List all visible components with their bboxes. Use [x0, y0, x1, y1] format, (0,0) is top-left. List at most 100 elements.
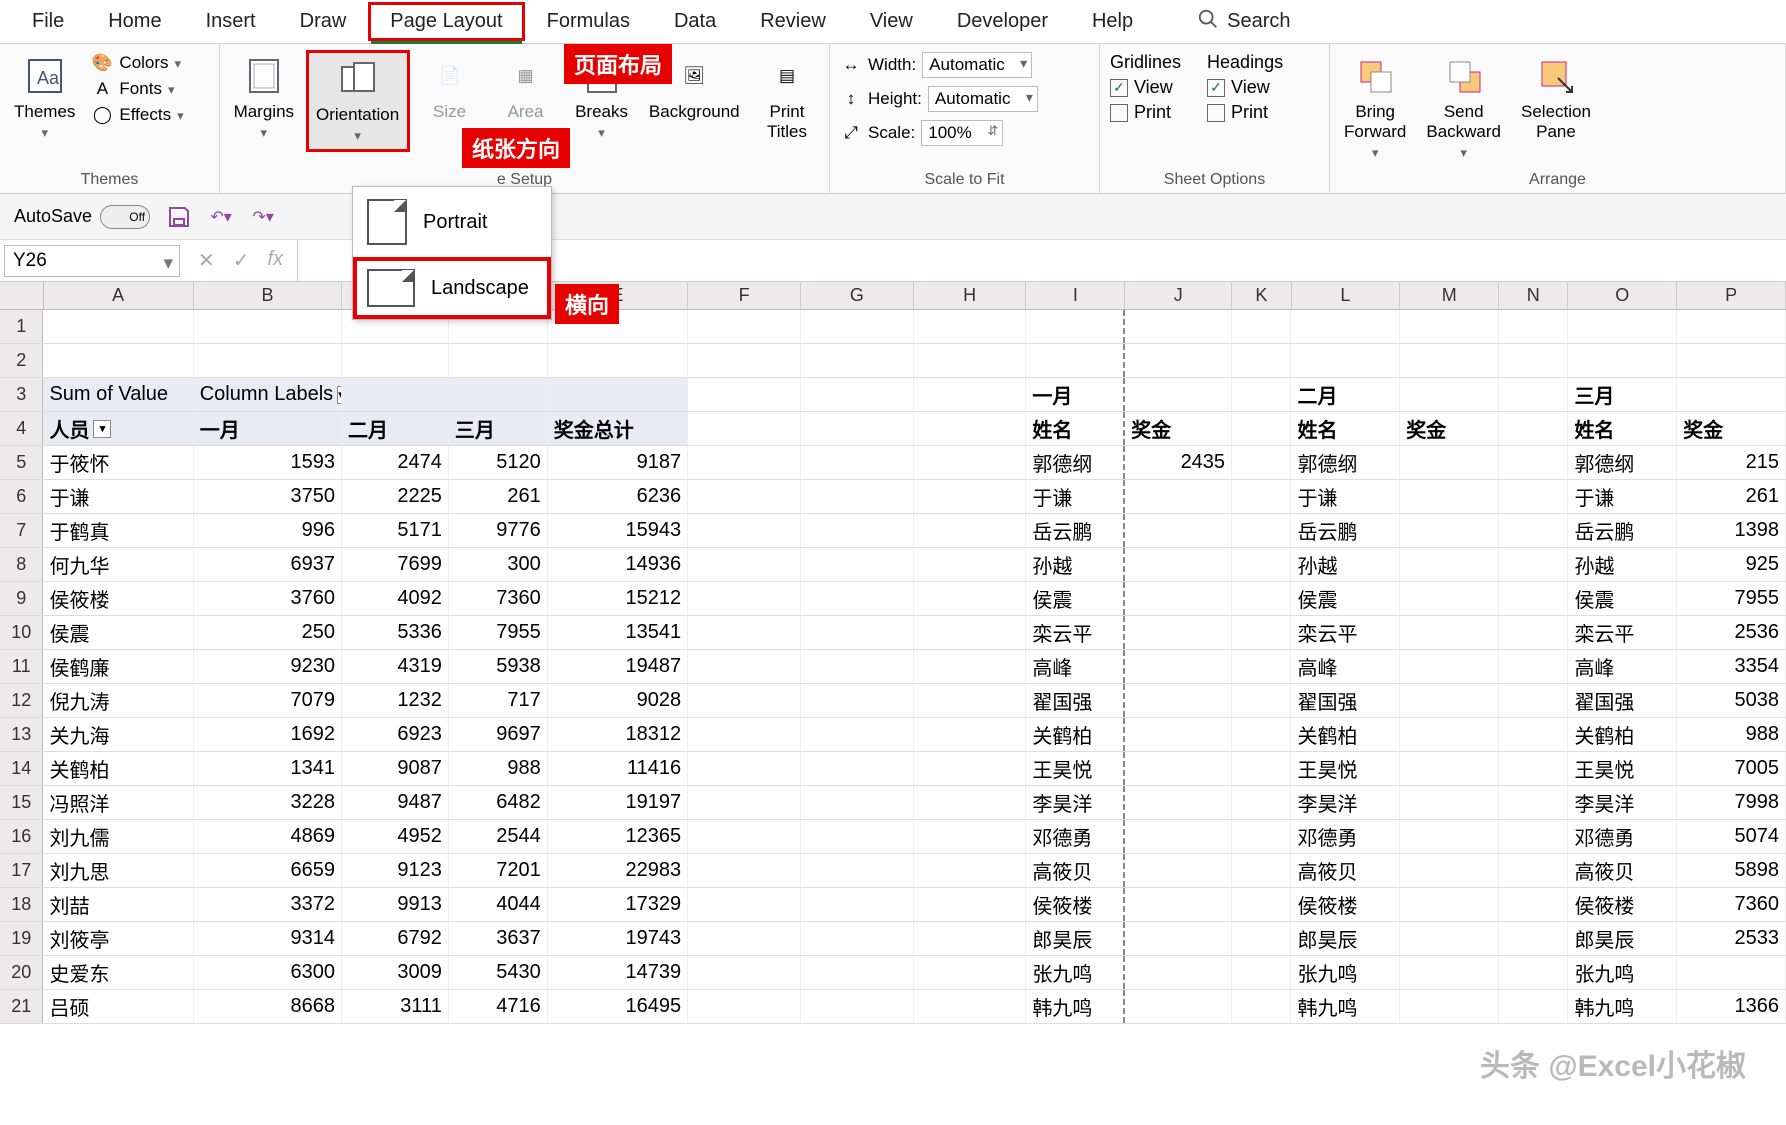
cell-G12[interactable]	[801, 684, 914, 717]
cell-K9[interactable]	[1232, 582, 1291, 615]
col-header-N[interactable]: N	[1499, 282, 1568, 309]
fonts-button[interactable]: AFonts	[87, 76, 187, 102]
cell-A9[interactable]: 侯筱楼	[43, 582, 193, 615]
cell-D21[interactable]: 4716	[449, 990, 548, 1023]
cell-B12[interactable]: 7079	[194, 684, 342, 717]
cell-B16[interactable]: 4869	[194, 820, 342, 853]
fx-icon[interactable]: fx	[268, 248, 284, 273]
cell-F7[interactable]	[688, 514, 801, 547]
cell-K2[interactable]	[1232, 344, 1291, 377]
cell-L14[interactable]: 王昊悦	[1291, 752, 1400, 785]
cell-D5[interactable]: 5120	[449, 446, 548, 479]
cell-H12[interactable]	[914, 684, 1027, 717]
cell-C6[interactable]: 2225	[342, 480, 449, 513]
cell-G8[interactable]	[801, 548, 914, 581]
cell-M9[interactable]	[1400, 582, 1499, 615]
col-header-B[interactable]: B	[194, 282, 342, 309]
cell-H8[interactable]	[914, 548, 1027, 581]
cell-J4[interactable]: 奖金	[1125, 412, 1232, 445]
cell-J15[interactable]	[1125, 786, 1232, 819]
row-header-13[interactable]: 13	[0, 718, 43, 751]
cell-G1[interactable]	[801, 310, 914, 343]
cell-L3[interactable]: 二月	[1291, 378, 1400, 411]
cell-C7[interactable]: 5171	[342, 514, 449, 547]
col-header-G[interactable]: G	[801, 282, 914, 309]
cell-B10[interactable]: 250	[194, 616, 342, 649]
gridlines-view-check[interactable]: ✓View	[1106, 75, 1185, 100]
cell-K5[interactable]	[1232, 446, 1291, 479]
cell-F9[interactable]	[688, 582, 801, 615]
headings-print-check[interactable]: Print	[1203, 100, 1287, 125]
cell-H11[interactable]	[914, 650, 1027, 683]
cell-A17[interactable]: 刘九思	[43, 854, 193, 887]
cell-H17[interactable]	[914, 854, 1027, 887]
cell-E16[interactable]: 12365	[548, 820, 688, 853]
cell-P2[interactable]	[1677, 344, 1786, 377]
cell-A4[interactable]: 人员 ▾	[43, 412, 193, 445]
cell-P4[interactable]: 奖金	[1677, 412, 1786, 445]
cell-D11[interactable]: 5938	[449, 650, 548, 683]
cell-K6[interactable]	[1232, 480, 1291, 513]
cell-B3[interactable]: Column Labels ▾	[194, 378, 342, 411]
menu-developer[interactable]: Developer	[935, 2, 1070, 41]
cell-J7[interactable]	[1125, 514, 1232, 547]
cell-M18[interactable]	[1400, 888, 1499, 921]
cell-D13[interactable]: 9697	[449, 718, 548, 751]
cell-G11[interactable]	[801, 650, 914, 683]
cell-K12[interactable]	[1232, 684, 1291, 717]
cell-M21[interactable]	[1400, 990, 1499, 1023]
cell-N13[interactable]	[1499, 718, 1568, 751]
effects-button[interactable]: ◯Effects	[87, 102, 187, 128]
cell-C4[interactable]: 二月	[342, 412, 449, 445]
cell-P3[interactable]	[1677, 378, 1786, 411]
row-header-18[interactable]: 18	[0, 888, 43, 921]
col-header-K[interactable]: K	[1232, 282, 1291, 309]
cell-J3[interactable]	[1125, 378, 1232, 411]
cell-P20[interactable]	[1677, 956, 1786, 989]
cell-E9[interactable]: 15212	[548, 582, 688, 615]
cell-D2[interactable]	[449, 344, 548, 377]
menu-review[interactable]: Review	[738, 2, 848, 41]
cell-H10[interactable]	[914, 616, 1027, 649]
cell-N3[interactable]	[1499, 378, 1568, 411]
cell-N21[interactable]	[1499, 990, 1568, 1023]
cell-M5[interactable]	[1400, 446, 1499, 479]
cell-A12[interactable]: 倪九涛	[43, 684, 193, 717]
cell-J13[interactable]	[1125, 718, 1232, 751]
cell-B8[interactable]: 6937	[194, 548, 342, 581]
cell-H21[interactable]	[914, 990, 1027, 1023]
gridlines-print-check[interactable]: Print	[1106, 100, 1185, 125]
cell-O13[interactable]: 关鹤柏	[1568, 718, 1677, 751]
menu-help[interactable]: Help	[1070, 2, 1155, 41]
save-icon[interactable]	[166, 204, 192, 230]
cell-L9[interactable]: 侯震	[1291, 582, 1400, 615]
cell-G18[interactable]	[801, 888, 914, 921]
cell-P10[interactable]: 2536	[1677, 616, 1786, 649]
orientation-landscape[interactable]: Landscape	[353, 257, 551, 319]
cell-I4[interactable]: 姓名	[1026, 412, 1125, 445]
cell-M16[interactable]	[1400, 820, 1499, 853]
cell-C9[interactable]: 4092	[342, 582, 449, 615]
enter-icon[interactable]: ✓	[233, 248, 250, 273]
cell-J1[interactable]	[1125, 310, 1232, 343]
cell-O14[interactable]: 王昊悦	[1568, 752, 1677, 785]
cell-O16[interactable]: 邓德勇	[1568, 820, 1677, 853]
cell-K13[interactable]	[1232, 718, 1291, 751]
cell-G4[interactable]	[801, 412, 914, 445]
cell-F6[interactable]	[688, 480, 801, 513]
cell-M11[interactable]	[1400, 650, 1499, 683]
row-header-19[interactable]: 19	[0, 922, 43, 955]
cell-A14[interactable]: 关鹤柏	[43, 752, 193, 785]
cell-I1[interactable]	[1026, 310, 1125, 343]
cell-D9[interactable]: 7360	[449, 582, 548, 615]
cell-C17[interactable]: 9123	[342, 854, 449, 887]
size-button[interactable]: 📄Size	[414, 50, 486, 126]
cell-B21[interactable]: 8668	[194, 990, 342, 1023]
row-header-3[interactable]: 3	[0, 378, 43, 411]
cell-B11[interactable]: 9230	[194, 650, 342, 683]
cell-F19[interactable]	[688, 922, 801, 955]
cell-C10[interactable]: 5336	[342, 616, 449, 649]
row-header-16[interactable]: 16	[0, 820, 43, 853]
cell-L12[interactable]: 翟国强	[1291, 684, 1400, 717]
cell-B14[interactable]: 1341	[194, 752, 342, 785]
